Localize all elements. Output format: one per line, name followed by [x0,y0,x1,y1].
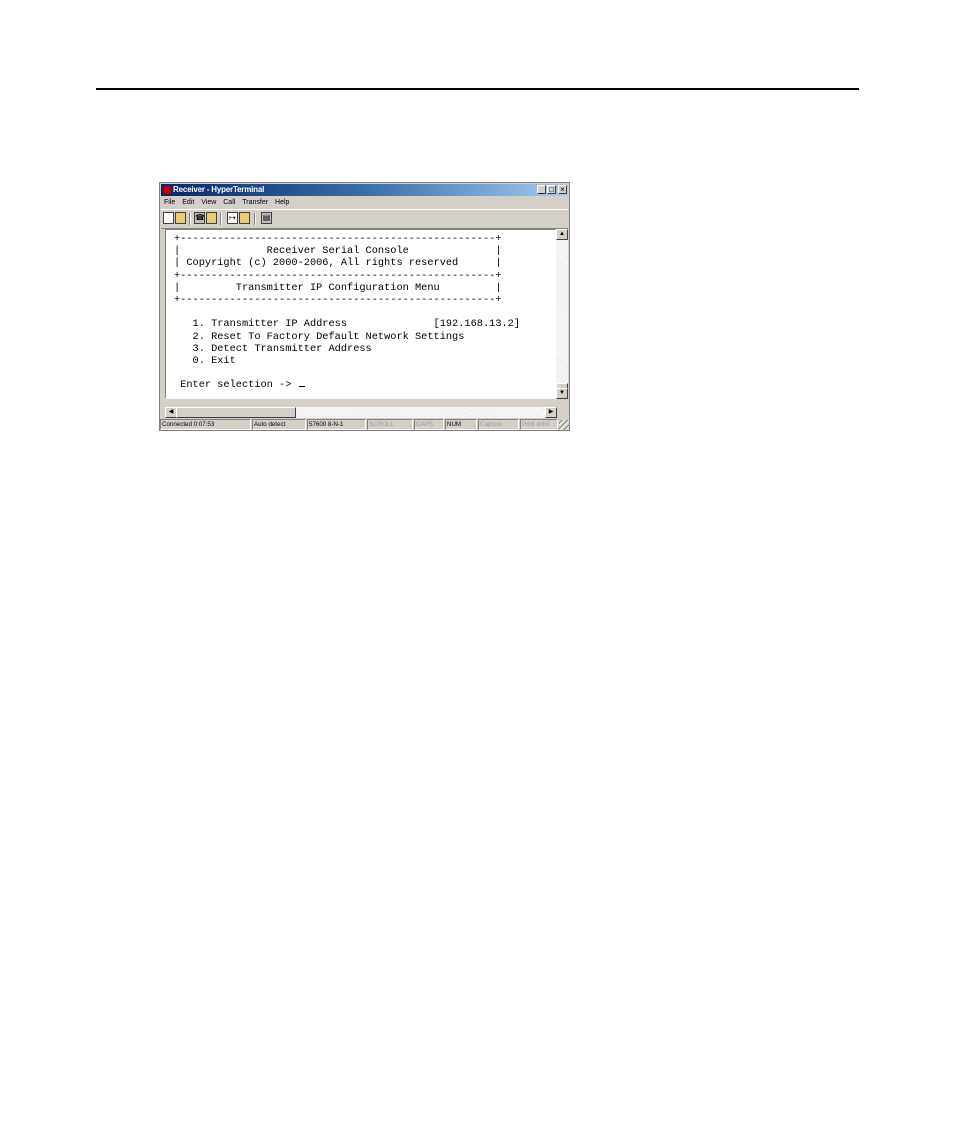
toolbar-separator [220,213,222,225]
maximize-button[interactable]: □ [547,185,556,194]
hyperterminal-window: Receiver - HyperTerminal _ □ × File Edit… [159,182,570,431]
open-folder-icon[interactable] [175,212,186,224]
close-button[interactable]: × [558,185,567,194]
resize-grip-icon[interactable] [559,420,569,430]
menu-view[interactable]: View [201,199,216,206]
horizontal-scrollbar[interactable]: ◀ ▶ [165,407,557,418]
horizontal-scroll-thumb[interactable] [176,407,296,418]
console-line: +---------------------------------------… [174,294,502,307]
console-line: | Receiver Serial Console | [174,245,502,258]
disconnect-icon[interactable] [206,212,217,224]
dial-icon[interactable]: ☎ [194,212,205,224]
console-line: 2. Reset To Factory Default Network Sett… [174,330,465,343]
status-num: NUM [445,419,477,430]
console-line: | Transmitter IP Configuration Menu | [174,281,502,294]
menu-call[interactable]: Call [223,199,235,206]
status-port-settings: 57600 8-N-1 [307,419,366,430]
title-bar[interactable]: Receiver - HyperTerminal _ □ × [161,184,568,196]
toolbar: ☎ ↦ ▤ [161,209,568,229]
toolbar-separator [189,213,191,225]
menu-bar: File Edit View Call Transfer Help [161,197,568,208]
page-header-rule [96,88,859,90]
toolbar-separator [254,213,256,225]
console-line: 0. Exit [174,355,236,368]
receive-icon[interactable] [239,212,250,224]
console-output: +---------------------------------------… [174,233,520,392]
scroll-up-icon[interactable]: ▲ [556,229,568,240]
new-document-icon[interactable] [163,212,174,224]
menu-file[interactable]: File [164,199,175,206]
minimize-button[interactable]: _ [537,185,546,194]
console-prompt: Enter selection -> [174,379,298,392]
status-capture: Capture [478,419,519,430]
menu-help[interactable]: Help [275,199,289,206]
hyperterminal-app-icon [163,186,171,194]
status-connected: Connected 0:07:53 [160,419,251,430]
scroll-right-icon[interactable]: ▶ [545,407,557,418]
status-print-echo: Print echo [520,419,558,430]
status-bar: Connected 0:07:53 Auto detect 57600 8-N-… [160,419,569,430]
status-detect: Auto detect [252,419,306,430]
properties-icon[interactable]: ▤ [261,212,272,224]
console-line: +---------------------------------------… [174,269,502,282]
terminal-screen[interactable]: +---------------------------------------… [165,229,556,399]
window-title: Receiver - HyperTerminal [173,185,265,194]
status-caps: CAPS [414,419,444,430]
scroll-down-icon[interactable]: ▼ [556,388,568,399]
console-line: +---------------------------------------… [174,233,502,245]
vertical-scrollbar[interactable]: ▲ ▼ [556,229,568,399]
console-line: 1. Transmitter IP Address [192.168.13.2] [174,318,521,331]
console-line: | Copyright (c) 2000-2006, All rights re… [174,257,502,270]
menu-edit[interactable]: Edit [182,199,194,206]
menu-transfer[interactable]: Transfer [242,199,268,206]
text-cursor [298,386,305,388]
status-scroll: SCROLL [367,419,413,430]
console-line: 3. Detect Transmitter Address [174,342,372,355]
send-icon[interactable]: ↦ [227,212,238,224]
